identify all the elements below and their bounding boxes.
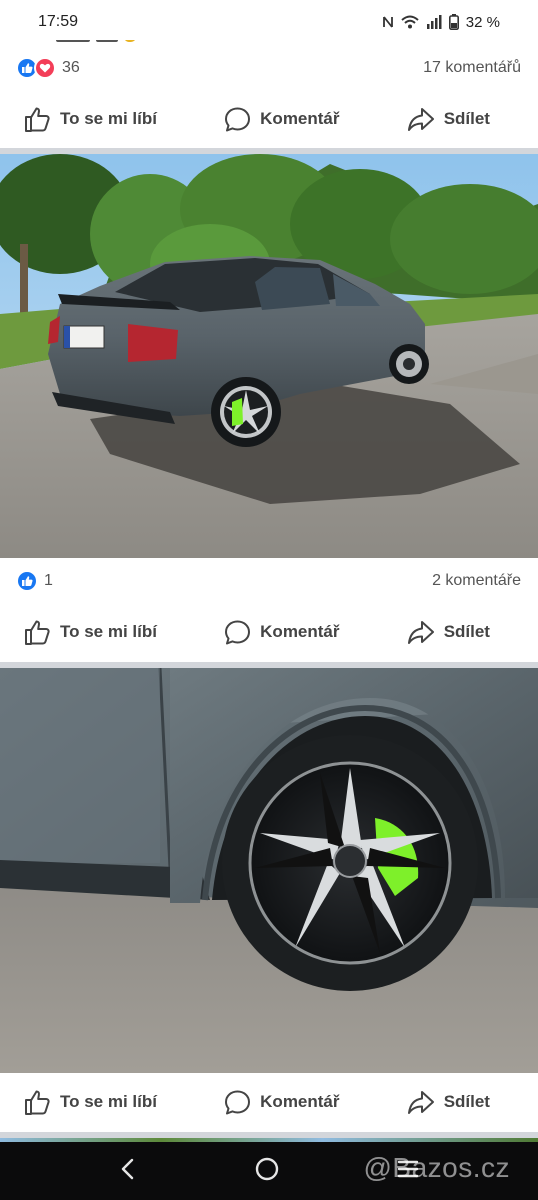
comment-button[interactable]: Komentář [224, 619, 340, 646]
comment-button-label: Komentář [260, 1092, 340, 1111]
share-button-label: Sdílet [443, 1092, 490, 1111]
nfc-icon [382, 15, 394, 29]
comment-button[interactable]: Komentář [224, 1089, 340, 1116]
signal-icon [426, 15, 442, 29]
post2-reaction-summary[interactable]: 1 [16, 570, 53, 592]
like-button[interactable]: To se mi líbí [24, 619, 157, 646]
status-icons: 32 % [382, 14, 500, 31]
share-button-label: Sdílet [443, 622, 490, 641]
like-button[interactable]: To se mi líbí [24, 106, 157, 133]
wifi-icon [401, 15, 419, 29]
thumbs-up-icon [24, 106, 51, 133]
post2-comment-count[interactable]: 2 komentáře [432, 572, 521, 590]
post2-actions-row: To se mi líbí Komentář Sdílet [0, 607, 538, 657]
home-icon[interactable] [254, 1156, 280, 1187]
share-arrow-icon [407, 1089, 435, 1116]
post1-comment-count[interactable]: 17 komentářů [423, 59, 521, 77]
share-arrow-icon [407, 619, 435, 646]
back-icon[interactable] [118, 1158, 138, 1185]
comment-bubble-icon [224, 106, 251, 133]
status-bar: 17:59 32 % [0, 0, 538, 44]
comment-button-label: Komentář [260, 622, 340, 641]
share-button[interactable]: Sdílet [407, 106, 490, 133]
like-button-label: To se mi líbí [60, 622, 157, 641]
comment-bubble-icon [224, 1089, 251, 1116]
like-button[interactable]: To se mi líbí [24, 1089, 157, 1116]
post3-photo-wheel[interactable] [0, 668, 538, 1073]
thumbs-up-icon [24, 619, 51, 646]
like-button-label: To se mi líbí [60, 109, 157, 128]
post3-actions-row: To se mi líbí Komentář Sdílet [0, 1077, 538, 1127]
comment-button[interactable]: Komentář [224, 106, 340, 133]
share-button-label: Sdílet [443, 109, 490, 128]
love-icon [34, 57, 56, 79]
status-time: 17:59 [38, 13, 79, 30]
battery-percent: 32 % [465, 13, 500, 31]
post2-reactions-row: 1 2 komentáře [0, 558, 538, 604]
like-button-label: To se mi líbí [60, 1092, 157, 1111]
share-arrow-icon [407, 106, 435, 133]
share-button[interactable]: Sdílet [407, 619, 490, 646]
post2-photo-car[interactable] [0, 154, 538, 558]
thumbs-up-icon [24, 1089, 51, 1116]
post1-reaction-summary[interactable]: 36 [16, 57, 80, 79]
post2-reaction-count: 1 [44, 572, 53, 589]
comment-button-label: Komentář [260, 109, 340, 128]
share-button[interactable]: Sdílet [407, 1089, 490, 1116]
post1-reaction-count: 36 [62, 59, 80, 76]
post1-actions-row: To se mi líbí Komentář Sdílet [0, 94, 538, 144]
like-icon [16, 570, 38, 592]
watermark: @Bazos.cz [363, 1152, 510, 1183]
comment-bubble-icon [224, 619, 251, 646]
battery-icon [448, 14, 459, 30]
post1-reactions-row: 36 17 komentářů [0, 45, 538, 91]
